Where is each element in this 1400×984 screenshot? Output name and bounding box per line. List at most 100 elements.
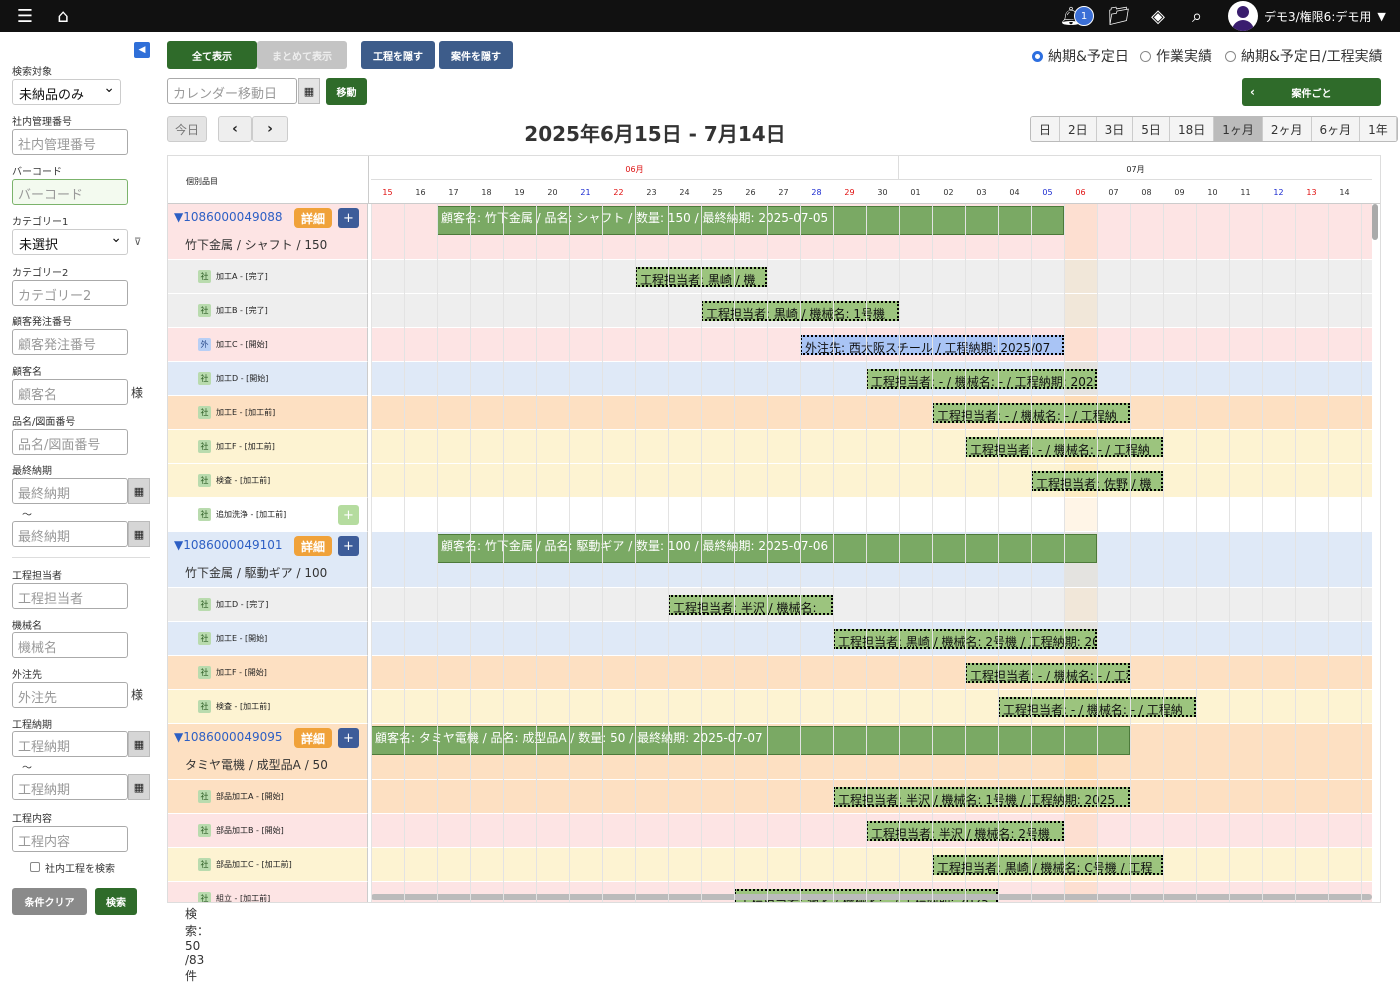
detail-button[interactable]: 詳細: [294, 728, 332, 748]
detail-button[interactable]: 詳細: [294, 536, 332, 556]
add-process-button[interactable]: +: [338, 208, 359, 228]
cat1-select[interactable]: 未選択: [12, 229, 128, 255]
view-button[interactable]: 1年: [1360, 117, 1397, 141]
customer-input[interactable]: 顧客名: [12, 379, 128, 405]
case-id-link[interactable]: ▼1086000049101: [174, 538, 283, 552]
case-bar[interactable]: 顧客名: 竹下金属 / 品名: シャフト / 数量: 150 / 最終納期: 2…: [437, 206, 1064, 235]
search-button[interactable]: 検索: [95, 888, 137, 915]
radio-due-plan[interactable]: 納期&予定日: [1032, 46, 1129, 66]
dropbox-icon[interactable]: ◈: [1145, 3, 1171, 29]
clear-button[interactable]: 条件クリア: [12, 888, 87, 915]
day-label: 07: [1108, 188, 1119, 197]
process-bar[interactable]: 工程担当者: 半沢 / 機械名:: [668, 595, 833, 615]
hide-case-button[interactable]: 案件を隠す: [439, 41, 513, 69]
process-bar[interactable]: 工程担当者: - / 機械名: - / 工程納期: 2025: [965, 663, 1130, 683]
add-button[interactable]: +: [338, 505, 359, 525]
process-label: 外加工C - [開始]: [198, 338, 268, 351]
view-button[interactable]: 3日: [1096, 117, 1134, 141]
view-button[interactable]: 2ヶ月: [1262, 117, 1312, 141]
barcode-input[interactable]: バーコード: [12, 179, 128, 205]
vendor-input[interactable]: 外注先: [12, 682, 128, 708]
process-bar[interactable]: 工程担当者: 黒崎 / 機械名: C号機 / 工程: [932, 855, 1163, 875]
day-label: 13: [1306, 188, 1317, 197]
horizontal-scrollbar[interactable]: [371, 894, 1372, 900]
case-id-link[interactable]: ▼1086000049088: [174, 210, 283, 224]
add-process-button[interactable]: +: [338, 728, 359, 748]
collapse-sidebar-icon[interactable]: ◀: [134, 42, 150, 58]
add-process-button[interactable]: +: [338, 536, 359, 556]
calendar-icon[interactable]: ▦: [128, 774, 150, 800]
process-bar[interactable]: 工程担当者: 半沢 / 機械名: 1号機 / 工程納期: 2025: [833, 787, 1130, 807]
order-input[interactable]: 顧客発注番号: [12, 329, 128, 355]
process-type-tag: 社: [198, 440, 211, 453]
by-case-button[interactable]: ‹ 案件ごと: [1242, 78, 1381, 106]
radio-due-plan-results[interactable]: 納期&予定日/工程実績: [1225, 46, 1383, 66]
hamburger-menu-icon[interactable]: ☰: [12, 3, 38, 29]
process-due-to-input[interactable]: 工程納期: [12, 774, 128, 800]
process-row: 社加工E - [加工前] 工程担当者: - / 機械名: - / 工程納: [168, 396, 1372, 430]
view-button[interactable]: 2日: [1060, 117, 1097, 141]
detail-button[interactable]: 詳細: [294, 208, 332, 228]
process-label: 社加工E - [開始]: [198, 632, 267, 645]
show-all-button[interactable]: 全て表示: [167, 41, 257, 69]
calendar-icon[interactable]: ▦: [128, 731, 150, 757]
day-label: 27: [778, 188, 789, 197]
view-button[interactable]: 6ヶ月: [1311, 117, 1361, 141]
vertical-scrollbar[interactable]: [1372, 204, 1378, 240]
calendar-icon[interactable]: ▦: [128, 478, 150, 504]
filter-icon[interactable]: ⊽: [134, 237, 141, 248]
next-button[interactable]: ›: [252, 116, 288, 142]
process-name: 追加洗浄 - [加工前]: [216, 510, 287, 519]
staff-input[interactable]: 工程担当者: [12, 583, 128, 609]
move-button[interactable]: 移動: [326, 78, 367, 105]
process-due-from-input[interactable]: 工程納期: [12, 731, 128, 757]
view-button[interactable]: 5日: [1133, 117, 1170, 141]
process-type-tag: 社: [198, 304, 211, 317]
radio-work-results[interactable]: 作業実績: [1140, 46, 1212, 66]
calendar-move-input[interactable]: カレンダー移動日: [167, 78, 297, 104]
user-name: デモ3/権限6:デモ用: [1264, 9, 1372, 24]
today-column: [1064, 588, 1097, 621]
process-type-tag: 社: [198, 508, 211, 521]
view-button[interactable]: 1ヶ月: [1214, 117, 1263, 141]
day-label: 05: [1042, 188, 1053, 197]
cat2-input[interactable]: カテゴリー2: [12, 280, 128, 306]
user-menu[interactable]: デモ3/権限6:デモ用 ▼: [1228, 1, 1386, 31]
row-label: ▼1086000049101 詳細 + 竹下金属 / 駆動ギア / 100: [168, 532, 368, 588]
group-show-button[interactable]: まとめて表示: [257, 41, 347, 69]
product-input[interactable]: 品名/図面番号: [12, 429, 128, 455]
machine-input[interactable]: 機械名: [12, 632, 128, 658]
process-name: 加工C - [開始]: [216, 340, 268, 349]
process-bar[interactable]: 工程担当者: - / 機械名: - / 工程納期: 2025: [866, 369, 1097, 389]
grid-line: [899, 204, 900, 902]
due-to-input[interactable]: 最終納期: [12, 521, 128, 547]
grid-line: [734, 204, 735, 902]
calendar-icon[interactable]: ▦: [128, 521, 150, 547]
view-button[interactable]: 18日: [1169, 117, 1215, 141]
hide-process-button[interactable]: 工程を隠す: [361, 41, 435, 69]
process-label: 社加工F - [開始]: [198, 666, 267, 679]
internal-checkbox[interactable]: [30, 862, 40, 872]
due-from-input[interactable]: 最終納期: [12, 478, 128, 504]
process-name: 検査 - [加工前]: [216, 702, 271, 711]
by-case-label: 案件ごと: [1291, 88, 1332, 100]
process-due-label: 工程納期: [12, 720, 52, 731]
prev-button[interactable]: ‹: [218, 116, 252, 142]
content-input[interactable]: 工程内容: [12, 826, 128, 852]
process-name: 部品加工A - [開始]: [216, 792, 284, 801]
process-row: 社検査 - [加工前] 工程担当者: - / 機械名: - / 工程納: [168, 690, 1372, 724]
calendar-icon[interactable]: ▦: [298, 78, 320, 104]
process-name: 加工D - [開始]: [216, 374, 269, 383]
target-select[interactable]: 未納品のみ: [12, 79, 121, 105]
home-icon[interactable]: ⌂: [50, 3, 76, 29]
case-id-link[interactable]: ▼1086000049095: [174, 730, 283, 744]
folder-icon[interactable]: 📁︎: [1106, 3, 1132, 29]
mgmt-input[interactable]: 社内管理番号: [12, 129, 128, 155]
today-button[interactable]: 今日: [167, 116, 207, 142]
radio-label: 納期&予定日/工程実績: [1241, 49, 1383, 65]
process-label: 社部品加工C - [加工前]: [198, 858, 292, 871]
case-bar[interactable]: 顧客名: タミヤ電機 / 品名: 成型品A / 数量: 50 / 最終納期: 2…: [371, 726, 1130, 755]
month-header-july: 07月: [899, 156, 1372, 180]
search-icon[interactable]: ⌕: [1184, 3, 1210, 29]
view-button[interactable]: 日: [1031, 117, 1061, 141]
